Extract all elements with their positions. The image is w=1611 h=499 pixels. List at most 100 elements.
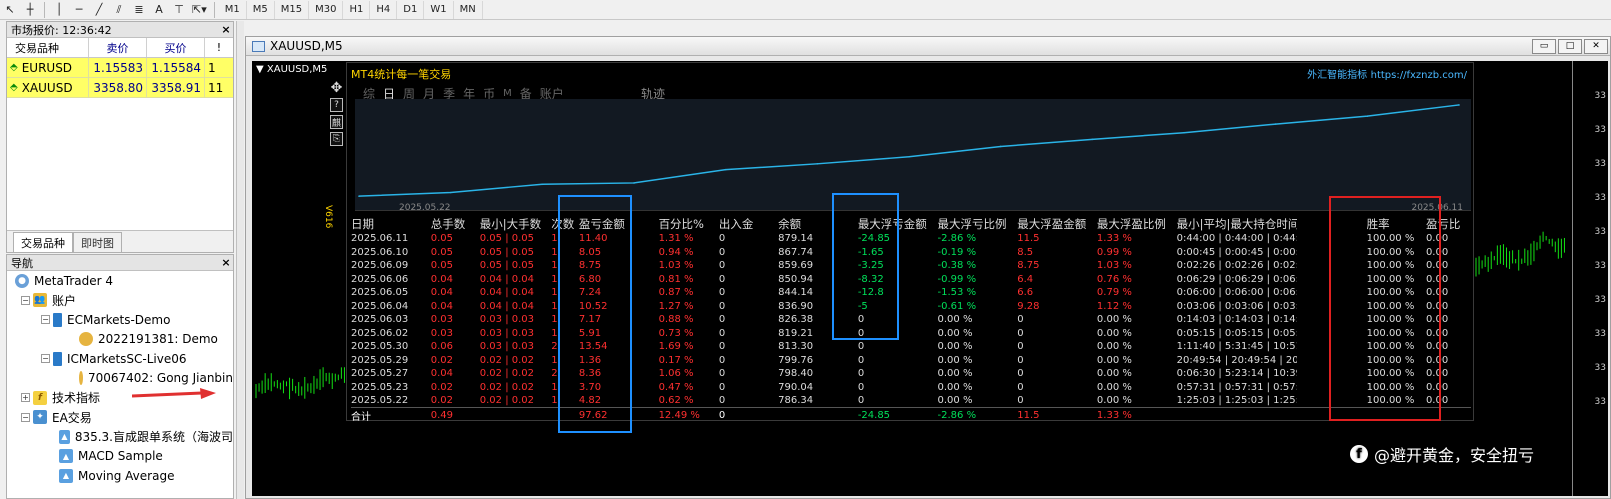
table-row[interactable]: 2025.06.04 0.04 0.04 | 0.04 1 10.52 1.27 % 0 83…	[351, 300, 1471, 314]
table-row[interactable]: 2025.05.29 0.02 0.02 | 0.02 1 1.36 0.17 % 0 799…	[351, 354, 1471, 368]
cell-empty	[1332, 394, 1367, 408]
collapse-icon[interactable]: −	[41, 354, 50, 364]
settings-icon[interactable]: 麒	[330, 115, 343, 129]
cell-plr: 0.00	[1425, 260, 1449, 272]
cell-win: 100.00 %	[1366, 354, 1415, 366]
column-header-symbol[interactable]: 交易品种	[7, 38, 89, 57]
move-icon[interactable]: ✥	[330, 80, 343, 96]
panel-brand[interactable]: 外汇智能指标 https://fxznzb.com/	[1307, 66, 1467, 81]
column-header-spread[interactable]: !	[205, 38, 233, 57]
nav-item-server-ecmarkets[interactable]: − ECMarkets-Demo	[7, 310, 233, 330]
maximize-button[interactable]: □	[1558, 38, 1582, 54]
table-row[interactable]: 2025.05.23 0.02 0.02 | 0.02 1 3.70 0.47 % 0 790…	[351, 381, 1471, 395]
equity-point	[633, 182, 635, 184]
column-header-ask[interactable]: 买价	[147, 38, 205, 57]
timeframe-mn-button[interactable]: MN	[454, 0, 483, 19]
nav-item-ea-copier[interactable]: ▲ 835.3.盲成跟单系统（海波司	[7, 427, 233, 447]
chart-symbol-label: ▼ XAUUSD,M5	[256, 64, 328, 75]
trendline-tool-icon[interactable]: ╱	[89, 1, 109, 19]
vertical-line-tool-icon[interactable]: │	[49, 1, 69, 19]
column-header-bid[interactable]: 卖价	[89, 38, 147, 57]
collapse-icon[interactable]: −	[41, 315, 50, 325]
table-row[interactable]: 2025.06.02 0.03 0.03 | 0.03 1 5.91 0.73 % 0 819…	[351, 327, 1471, 341]
nav-item-label: 835.3.盲成跟单系统（海波司	[74, 430, 233, 445]
help-icon[interactable]: ?	[330, 98, 343, 112]
close-button[interactable]: ✕	[1584, 38, 1608, 54]
curve-end-date: 2025.06.11	[1411, 203, 1463, 213]
expand-icon[interactable]: +	[21, 393, 30, 403]
cell-io: 0	[718, 287, 726, 299]
cell-mflp: 0.00 %	[937, 368, 973, 380]
chart-titlebar[interactable]: XAUUSD,M5 ▭ □ ✕	[246, 37, 1610, 56]
table-row[interactable]: 2025.06.05 0.04 0.04 | 0.04 1 7.24 0.87 % 0 844…	[351, 286, 1471, 300]
close-icon[interactable]: ×	[219, 23, 233, 36]
cell-bal: 879.14	[778, 233, 814, 245]
timeframe-h4-button[interactable]: H4	[370, 0, 398, 19]
cursor-tool-icon[interactable]: ↖	[0, 1, 20, 19]
cell-hold: 20:49:54 | 20:49:54 | 20:49:54	[1176, 354, 1298, 366]
cell-mfpp: 0.79 %	[1096, 287, 1132, 299]
nav-item-macd-sample[interactable]: ▲ MACD Sample	[7, 447, 233, 467]
crosshair-tool-icon[interactable]: ┼	[20, 1, 40, 19]
price-label: 33	[1594, 193, 1606, 203]
table-row[interactable]: 2025.05.22 0.02 0.02 | 0.02 1 4.82 0.62 % 0 786…	[351, 394, 1471, 408]
table-row[interactable]: 2025.06.03 0.03 0.03 | 0.03 1 7.17 0.88 % 0 826…	[351, 313, 1471, 327]
timeframe-m5-button[interactable]: M5	[247, 0, 275, 19]
market-row-xauusd[interactable]: ⬘ XAUUSD 3358.80 3358.91 11	[7, 78, 233, 98]
channel-tool-icon[interactable]: ⫽	[109, 1, 129, 19]
panel-splitter[interactable]	[236, 21, 244, 499]
text-tool-icon[interactable]: A	[149, 1, 169, 19]
cell-date: 2025.06.06	[351, 273, 409, 285]
cell-lots: 0.06	[430, 341, 453, 353]
timeframe-m30-button[interactable]: M30	[309, 0, 344, 19]
text-label-tool-icon[interactable]: ⊤	[169, 1, 189, 19]
brand-url[interactable]: https://fxznzb.com/	[1371, 70, 1467, 81]
nav-item-expert-advisors[interactable]: − ✦ EA交易	[7, 408, 233, 428]
table-row[interactable]: 2025.06.06 0.04 0.04 | 0.04 1 6.80 0.81 % 0 850…	[351, 273, 1471, 287]
table-row[interactable]: 2025.06.11 0.05 0.05 | 0.05 1 11.40 1.31 % 0 87…	[351, 232, 1471, 246]
nav-item-accounts[interactable]: − 👥 账户	[7, 291, 233, 311]
cell-mfl: 0	[857, 368, 865, 380]
horizontal-line-tool-icon[interactable]: ─	[69, 1, 89, 19]
fibonacci-tool-icon[interactable]: ≣	[129, 1, 149, 19]
timeframe-w1-button[interactable]: W1	[424, 0, 454, 19]
column-header: 最大浮亏比例	[937, 216, 1007, 231]
table-row[interactable]: 2025.05.30 0.06 0.03 | 0.03 2 13.54 1.69 % 0 81…	[351, 340, 1471, 354]
nav-item-metatrader[interactable]: ● MetaTrader 4	[7, 271, 233, 291]
tab-magic[interactable]: M	[503, 88, 512, 99]
metatrader-icon: ●	[15, 273, 29, 288]
cell-hold: 0:00:45 | 0:00:45 | 0:00:45	[1176, 246, 1298, 258]
tab-tick-chart[interactable]: 即时图	[73, 232, 122, 252]
timeframe-m15-button[interactable]: M15	[275, 0, 310, 19]
market-row-eurusd[interactable]: ⬘ EURUSD 1.15583 1.15584 1	[7, 58, 233, 78]
cell-minmax: 0.04 | 0.04	[479, 287, 535, 299]
nav-item-account-live[interactable]: 70067402: Gong Jianbin	[7, 369, 233, 389]
timeframe-d1-button[interactable]: D1	[397, 0, 425, 19]
nav-item-moving-average[interactable]: ▲ Moving Average	[7, 466, 233, 486]
table-row[interactable]: 2025.05.27 0.04 0.02 | 0.02 2 8.36 1.06 % 0 798…	[351, 367, 1471, 381]
cell-empty	[551, 407, 579, 423]
cell-count: 1	[551, 233, 558, 245]
nav-item-label: ICMarketsSC-Live06	[67, 351, 187, 366]
nav-item-server-icmarkets[interactable]: − ICMarketsSC-Live06	[7, 349, 233, 369]
cell-hold: 0:02:26 | 0:02:26 | 0:02:26	[1176, 260, 1298, 272]
timeframe-m1-button[interactable]: M1	[219, 0, 247, 19]
copy-icon[interactable]: ⎘	[330, 132, 343, 146]
collapse-icon[interactable]: −	[21, 295, 30, 305]
column-header: 余额	[778, 216, 802, 231]
cell-hold: 0:06:00 | 0:06:00 | 0:06:00	[1176, 287, 1298, 299]
cell-lots: 0.04	[430, 287, 453, 299]
table-row[interactable]: 2025.06.10 0.05 0.05 | 0.05 1 8.05 0.94 % 0 867…	[351, 246, 1471, 260]
minimize-button[interactable]: ▭	[1532, 38, 1556, 54]
nav-item-account-demo[interactable]: 2022191381: Demo	[7, 330, 233, 350]
collapse-icon[interactable]: −	[21, 412, 30, 422]
cell-plr: 0.00	[1425, 327, 1449, 339]
timeframe-h1-button[interactable]: H1	[343, 0, 371, 19]
arrows-tool-icon[interactable]: ⇱▾	[189, 1, 210, 19]
close-icon[interactable]: ×	[219, 256, 233, 269]
column-header: 最小|大手数	[479, 216, 542, 231]
tab-symbols[interactable]: 交易品种	[13, 232, 73, 252]
table-row[interactable]: 2025.06.09 0.05 0.05 | 0.05 1 8.75 1.03 % 0 859…	[351, 259, 1471, 273]
cell-plr: 0.00	[1425, 354, 1449, 366]
bid-price: 1.15583	[89, 58, 147, 77]
